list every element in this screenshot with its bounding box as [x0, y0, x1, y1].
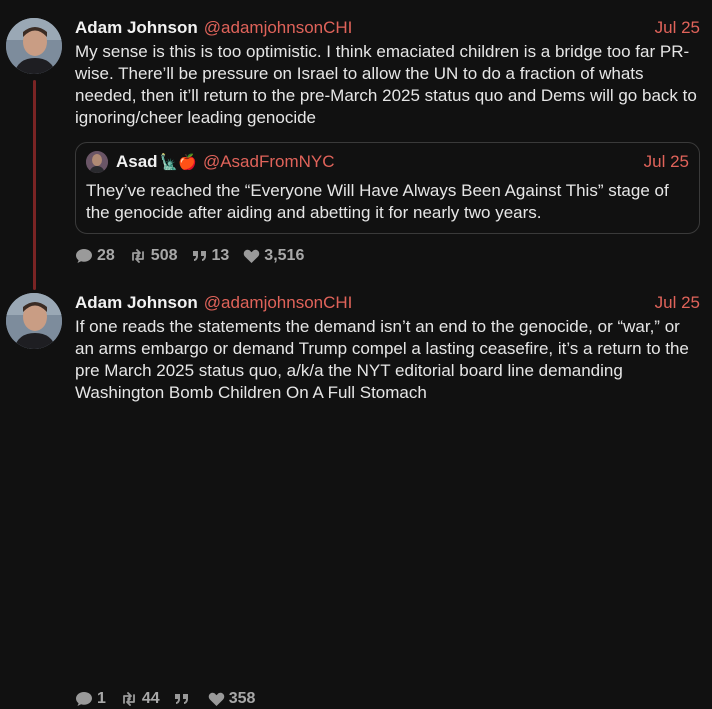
author-name[interactable]: Adam Johnson: [75, 18, 198, 37]
reply-count: 1: [97, 690, 106, 707]
like-count: 3,516: [264, 247, 305, 264]
author-handle[interactable]: @adamjohnsonCHI: [204, 18, 353, 37]
author-handle[interactable]: @adamjohnsonCHI: [204, 293, 353, 312]
tweet-text: My sense is this is too optimistic. I th…: [75, 42, 697, 127]
thread-connector: [33, 80, 36, 290]
reply-count: 28: [97, 247, 115, 264]
tweet-stats: 1 44 358: [75, 689, 269, 709]
quote-icon: [174, 694, 188, 704]
quote-count: 13: [211, 247, 230, 264]
like-stat[interactable]: 358: [208, 689, 256, 709]
quote-author-name[interactable]: Asad: [116, 152, 158, 171]
quote-stat[interactable]: 13: [192, 246, 230, 266]
reply-icon: [76, 692, 92, 706]
repost-stat[interactable]: 44: [120, 689, 160, 709]
reply-stat[interactable]: 1: [75, 689, 106, 709]
quote-date[interactable]: Jul 25: [644, 151, 689, 173]
quote-author-emoji: 🗽🍎: [159, 154, 197, 171]
repost-count: 508: [150, 247, 178, 264]
quote-text: They’ve reached the “Everyone Will Have …: [86, 181, 669, 222]
tweet-header: Adam Johnson @adamjohnsonCHI Jul 25: [75, 17, 700, 39]
tweet-date[interactable]: Jul 25: [655, 292, 700, 314]
like-icon: [244, 249, 260, 263]
like-stat[interactable]: 3,516: [243, 246, 304, 266]
repost-icon: [131, 249, 144, 263]
repost-icon: [123, 692, 135, 706]
quote-author-handle[interactable]: @AsadFromNYC: [203, 152, 335, 171]
tweet-header: Adam Johnson @adamjohnsonCHI Jul 25: [75, 292, 700, 314]
avatar[interactable]: [6, 18, 62, 74]
tweet-date[interactable]: Jul 25: [655, 17, 700, 39]
tweet-stats: 28 508 13 3,516: [75, 246, 318, 266]
quote-avatar[interactable]: [86, 151, 108, 173]
reply-icon: [76, 249, 92, 263]
quote-header: Asad 🗽🍎 @AsadFromNYC Jul 25: [116, 151, 689, 173]
quote-icon: [192, 251, 206, 261]
like-icon: [208, 692, 224, 706]
tweet-text: If one reads the statements the demand i…: [75, 317, 689, 402]
quote-stat[interactable]: [174, 691, 194, 707]
like-count: 358: [228, 690, 256, 707]
repost-count: 44: [141, 690, 160, 707]
repost-stat[interactable]: 508: [129, 246, 178, 266]
quoted-tweet[interactable]: Asad 🗽🍎 @AsadFromNYC Jul 25 They’ve reache…: [75, 142, 700, 234]
avatar[interactable]: [6, 293, 62, 349]
reply-stat[interactable]: 28: [75, 246, 115, 266]
author-name[interactable]: Adam Johnson: [75, 293, 198, 312]
